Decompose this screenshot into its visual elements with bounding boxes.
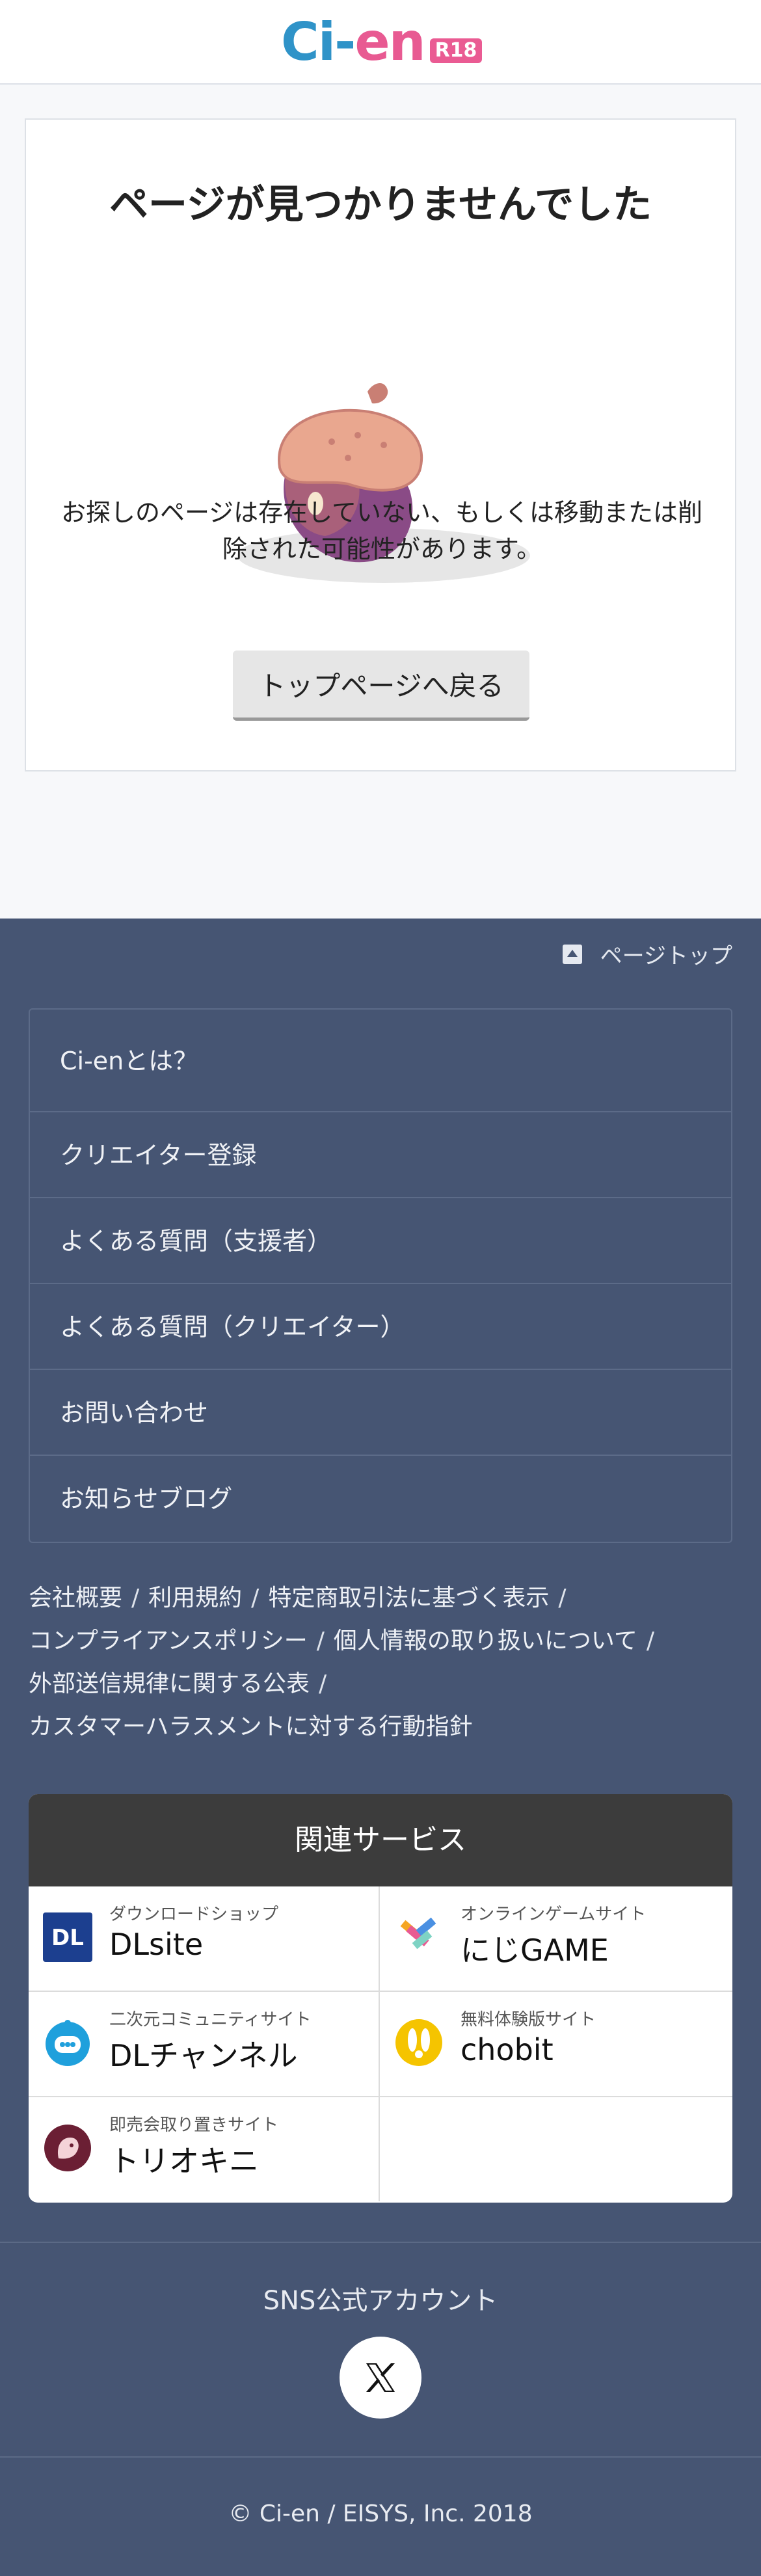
link-external-transmission[interactable]: 外部送信規律に関する公表 — [29, 1670, 310, 1697]
service-empty-cell — [380, 2097, 732, 2201]
service-chobit[interactable]: 無料体験版サイト chobit — [380, 1992, 732, 2097]
svg-text:DL: DL — [51, 1925, 84, 1951]
menu-item-faq-supporter[interactable]: よくある質問（支援者） — [30, 1198, 731, 1284]
service-nijigame[interactable]: オンラインゲームサイト にじGAME — [380, 1886, 732, 1992]
site-footer: ページトップ Ci-enとは？ クリエイター登録 よくある質問（支援者） よくあ… — [0, 919, 761, 2576]
footer-divider — [0, 2242, 761, 2243]
x-twitter-button[interactable] — [340, 2337, 421, 2419]
link-customer-harassment[interactable]: カスタマーハラスメントに対する行動指針 — [29, 1713, 473, 1740]
copyright: © Ci-en / EISYS, Inc. 2018 — [228, 2501, 533, 2527]
logo-wordmark: Ci-en — [281, 12, 426, 72]
nijigame-logo-icon — [394, 1912, 444, 1962]
service-name: chobit — [461, 2032, 554, 2067]
not-found-card: ページが見つかりませんでした お探しのページは存在していない、もしくは移動または… — [25, 118, 736, 771]
menu-item-creator-register[interactable]: クリエイター登録 — [30, 1112, 731, 1198]
service-dlchannel[interactable]: 二次元コミュニティサイト DLチャンネル — [29, 1992, 380, 2097]
footer-menu: Ci-enとは？ クリエイター登録 よくある質問（支援者） よくある質問（クリエ… — [29, 1008, 732, 1543]
chobit-logo-icon — [394, 2018, 444, 2067]
link-terms[interactable]: 利用規約 — [148, 1585, 242, 1611]
not-found-message: お探しのページは存在していない、もしくは移動または削除された可能性があります。 — [60, 498, 703, 563]
page-title: ページが見つかりませんでした — [109, 182, 652, 228]
page-top-label: ページトップ — [600, 943, 732, 969]
service-subtitle: ダウンロードショップ — [109, 1905, 279, 1924]
service-name: DLsite — [109, 1927, 204, 1962]
sns-title: SNS公式アカウント — [263, 2286, 498, 2316]
page-top-link[interactable]: ページトップ — [562, 938, 732, 970]
service-dlsite[interactable]: DL ダウンロードショップ DLsite — [29, 1886, 380, 1992]
menu-item-about[interactable]: Ci-enとは？ — [30, 1010, 731, 1112]
footer-divider — [0, 2456, 761, 2458]
service-name: にじGAME — [461, 1933, 609, 1968]
link-commerce-law[interactable]: 特定商取引法に基づく表示 — [268, 1585, 549, 1611]
dlchannel-logo-icon — [43, 2018, 92, 2067]
service-subtitle: 二次元コミュニティサイト — [109, 2010, 312, 2030]
related-services-heading: 関連サービス — [29, 1794, 732, 1886]
service-subtitle: 無料体験版サイト — [461, 2010, 596, 2030]
service-subtitle: オンラインゲームサイト — [461, 1905, 647, 1924]
link-compliance[interactable]: コンプライアンスポリシー — [29, 1628, 308, 1654]
menu-item-faq-creator[interactable]: よくある質問（クリエイター） — [30, 1284, 731, 1370]
menu-item-contact[interactable]: お問い合わせ — [30, 1370, 731, 1456]
site-header: Ci-en R18 — [0, 0, 761, 85]
link-privacy[interactable]: 個人情報の取り扱いについて — [334, 1628, 637, 1654]
service-subtitle: 即売会取り置きサイト — [109, 2115, 279, 2135]
toriokini-logo-icon — [43, 2123, 92, 2173]
arrow-up-icon — [562, 944, 582, 964]
service-name: トリオキニ — [109, 2143, 259, 2179]
service-name: DLチャンネル — [109, 2038, 298, 2073]
service-toriokini[interactable]: 即売会取り置きサイト トリオキニ — [29, 2097, 380, 2201]
related-services: 関連サービス DL ダウンロードショップ DLsite オンラインゲームサイト … — [29, 1794, 732, 2203]
footer-links: 会社概要 / 利用規約 / 特定商取引法に基づく表示 / コンプライアンスポリシー / 個人情… — [29, 1585, 654, 1740]
menu-item-news-blog[interactable]: お知らせブログ — [30, 1456, 731, 1542]
x-logo-icon — [366, 2363, 395, 2392]
site-logo[interactable]: Ci-en R18 — [281, 12, 483, 72]
back-to-top-page-button[interactable]: トップページへ戻る — [233, 651, 529, 721]
dlsite-logo-icon: DL — [43, 1912, 92, 1962]
link-company[interactable]: 会社概要 — [29, 1585, 122, 1611]
r18-badge: R18 — [429, 38, 483, 63]
